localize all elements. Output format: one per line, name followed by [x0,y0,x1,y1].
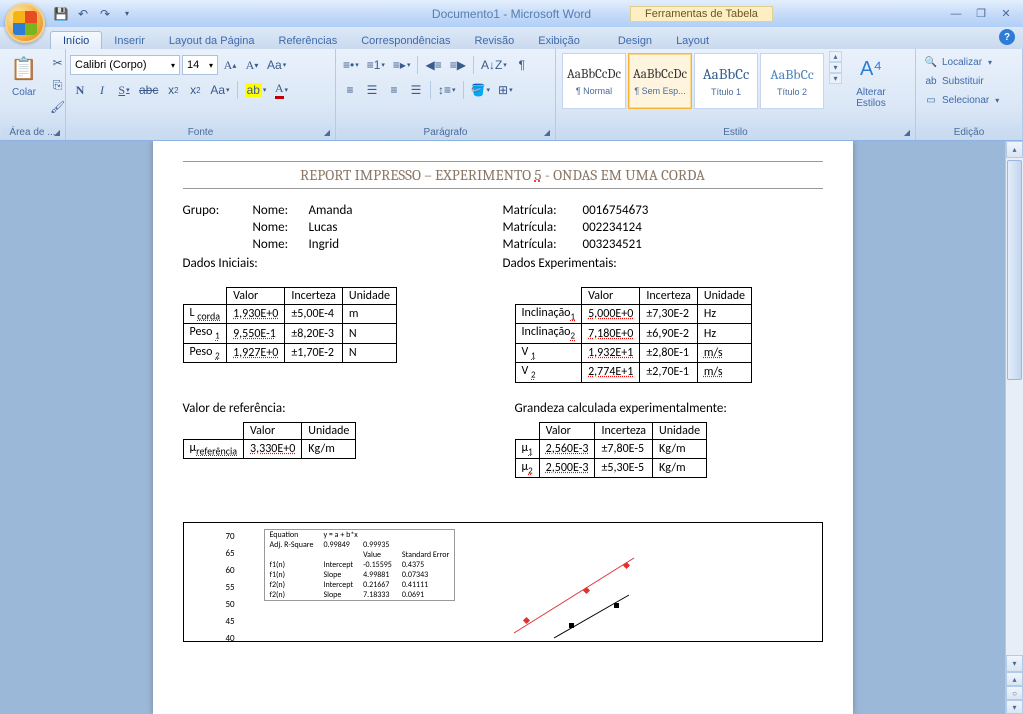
bullets-button[interactable]: ≡• [340,55,362,75]
ribbon: 📋 Colar ✂ ⎘ 🖌 Área de ... ◢ Calibri (Cor… [0,49,1023,141]
undo-icon[interactable]: ↶ [74,5,92,23]
find-button[interactable]: 🔍Localizar▾ [924,53,999,71]
reference-value-table: ValorUnidade μreferência3,330E+0Kg/m [183,422,357,459]
shading-button[interactable]: 🪣 [468,80,493,100]
select-icon: ▭ [924,95,938,106]
group-editing: 🔍Localizar▾ abSubstituir ▭Selecionar▾ Ed… [916,49,1023,140]
show-marks-button[interactable]: ¶ [512,55,532,75]
document-title: REPORT IMPRESSO – EXPERIMENTO 5 - ONDAS … [183,161,823,189]
qat-customize-icon[interactable]: ▾ [118,5,136,23]
ribbon-tabs: Início Inserir Layout da Página Referênc… [0,27,1023,49]
chart-legend: Equationy = a + b*x Adj. R-Square0.99849… [264,529,456,601]
change-case-button[interactable]: Aa [207,80,232,100]
paste-button[interactable]: 📋 Colar [4,51,44,100]
style-titulo2[interactable]: AaBbCcTítulo 2 [760,53,824,109]
style-gallery-nav[interactable]: ▴▾▾ [829,51,842,84]
strike-button[interactable]: abc [136,80,161,100]
numbering-button[interactable]: ≡1 [364,55,388,75]
vertical-scrollbar[interactable]: ▴ ▾ ▴ ○ ▾ [1005,141,1023,714]
help-icon[interactable]: ? [999,29,1015,45]
tab-referencias[interactable]: Referências [267,32,350,49]
style-normal[interactable]: AaBbCcDc¶ Normal [562,53,626,109]
style-sem-espac[interactable]: AaBbCcDc¶ Sem Esp... [628,53,692,109]
sort-button[interactable]: A↓Z [478,55,510,75]
decrease-indent-button[interactable]: ◀≡ [422,55,444,75]
align-center-button[interactable]: ☰ [362,80,382,100]
borders-button[interactable]: ⊞ [495,80,516,100]
group-paragraph: ≡• ≡1 ≡▸ ◀≡ ≡▶ A↓Z ¶ ≡ ☰ ≡ ☰ ↕≡ 🪣 ⊞ [336,49,556,140]
select-button[interactable]: ▭Selecionar▾ [924,91,999,109]
scroll-down-icon[interactable]: ▾ [1006,655,1023,672]
change-styles-button[interactable]: A⁴ Alterar Estilos [851,51,891,111]
replace-button[interactable]: abSubstituir [924,72,999,90]
multilevel-button[interactable]: ≡▸ [390,55,414,75]
browse-object-icon[interactable]: ○ [1006,686,1023,700]
styles-launcher[interactable]: ◢ [901,126,913,138]
clipboard-launcher[interactable]: ◢ [51,126,63,138]
tab-inicio[interactable]: Início [50,31,102,49]
save-icon[interactable]: 💾 [52,5,70,23]
scroll-track[interactable] [1006,158,1023,655]
style-gallery: AaBbCcDc¶ Normal AaBbCcDc¶ Sem Esp... Aa… [560,51,826,111]
tab-layout-pagina[interactable]: Layout da Página [157,32,267,49]
tab-design[interactable]: Design [606,32,664,49]
highlight-button[interactable]: ab [242,80,270,100]
experimental-data-table: ValorIncertezaUnidade Inclinação15,000E+… [515,287,753,383]
tab-inserir[interactable]: Inserir [102,32,157,49]
calculated-value-table: ValorIncertezaUnidade μ12,560E-3±7,80E-5… [515,422,708,479]
clear-format-icon[interactable]: Aa [264,55,289,75]
minimize-button[interactable]: — [945,5,967,23]
chart-y-ticks: 70656055504540 [226,531,235,642]
font-launcher[interactable]: ◢ [321,126,333,138]
justify-button[interactable]: ☰ [406,80,426,100]
style-titulo1[interactable]: AaBbCcTítulo 1 [694,53,758,109]
scroll-thumb[interactable] [1007,160,1022,380]
paragraph-launcher[interactable]: ◢ [541,126,553,138]
align-left-button[interactable]: ≡ [340,80,360,100]
tab-revisao[interactable]: Revisão [462,32,526,49]
tab-correspondencias[interactable]: Correspondências [349,32,462,49]
tab-exibicao[interactable]: Exibição [526,32,592,49]
subscript-button[interactable]: x2 [163,80,183,100]
grow-font-icon[interactable]: A▴ [220,55,240,75]
tab-layout[interactable]: Layout [664,32,721,49]
group-clipboard: 📋 Colar ✂ ⎘ 🖌 Área de ... ◢ [0,49,66,140]
font-size-combo[interactable]: 14▾ [182,55,218,75]
chart: 70656055504540 Equationy = a + b*x Adj. … [183,522,823,642]
table-tools-label: Ferramentas de Tabela [630,6,773,21]
close-button[interactable]: ✕ [995,5,1017,23]
group-styles: AaBbCcDc¶ Normal AaBbCcDc¶ Sem Esp... Aa… [556,49,916,140]
office-button[interactable] [5,3,45,43]
superscript-button[interactable]: x2 [185,80,205,100]
replace-icon: ab [924,76,938,87]
prev-page-icon[interactable]: ▴ [1006,672,1023,686]
paste-icon: 📋 [8,53,40,85]
page[interactable]: REPORT IMPRESSO – EXPERIMENTO 5 - ONDAS … [153,141,853,714]
quick-access-toolbar: 💾 ↶ ↷ ▾ [52,5,136,23]
line-spacing-button[interactable]: ↕≡ [435,80,459,100]
change-styles-icon: A⁴ [855,53,887,85]
title-bar: 💾 ↶ ↷ ▾ Documento1 - Microsoft Word Ferr… [0,0,1023,27]
shrink-font-icon[interactable]: A▾ [242,55,262,75]
scroll-up-icon[interactable]: ▴ [1006,141,1023,158]
window-title: Documento1 - Microsoft Word [0,7,1023,21]
font-color-button[interactable]: A [271,80,291,100]
increase-indent-button[interactable]: ≡▶ [447,55,469,75]
align-right-button[interactable]: ≡ [384,80,404,100]
document-area: REPORT IMPRESSO – EXPERIMENTO 5 - ONDAS … [0,141,1005,714]
next-page-icon[interactable]: ▾ [1006,700,1023,714]
restore-button[interactable]: ❐ [970,5,992,23]
find-icon: 🔍 [924,57,938,68]
initial-data-table: ValorIncertezaUnidade L corda1,930E+0±5,… [183,287,398,363]
bold-button[interactable]: N [70,80,90,100]
font-name-combo[interactable]: Calibri (Corpo)▾ [70,55,180,75]
italic-button[interactable]: I [92,80,112,100]
student-info: Grupo:Nome:Amanda Nome:Lucas Nome:Ingrid… [183,203,823,277]
group-font: Calibri (Corpo)▾ 14▾ A▴ A▾ Aa N I S abc … [66,49,336,140]
redo-icon[interactable]: ↷ [96,5,114,23]
underline-button[interactable]: S [114,80,134,100]
